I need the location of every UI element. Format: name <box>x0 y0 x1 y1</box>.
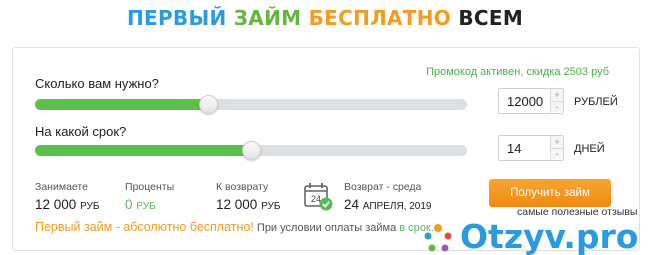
borrow-label: Занимаете <box>35 181 88 193</box>
headline-word-1: ПЕРВЫЙ <box>126 6 227 30</box>
amount-stepper[interactable]: 12000 + - <box>498 88 564 114</box>
headline-word-3: БЕСПЛАТНО <box>308 6 452 30</box>
term-unit: ДНЕЙ <box>574 143 605 155</box>
term-slider-handle[interactable] <box>242 141 261 160</box>
get-loan-button[interactable]: Получить займ <box>489 179 611 207</box>
term-label: На какой срок? <box>35 124 127 139</box>
due-label: Возврат - среда <box>344 181 422 193</box>
borrow-value: 12 000 <box>35 197 77 212</box>
amount-slider-handle[interactable] <box>198 95 218 114</box>
term-stepper[interactable]: 14 + - <box>498 135 564 161</box>
footer-note: Первый займ - абсолютно бесплатно! При у… <box>35 220 434 234</box>
due-month-year: АПРЕЛЯ, 2019 <box>362 201 432 212</box>
term-decrease-button[interactable]: - <box>551 148 563 159</box>
return-value: 12 000 <box>216 197 258 212</box>
return-amount: 12 000 РУБ <box>216 197 280 212</box>
interest-amount: 0 РУБ <box>125 197 174 212</box>
logo-figure-icon <box>424 224 452 252</box>
amount-input[interactable]: 12000 <box>507 94 543 109</box>
due-day: 24 <box>344 197 360 212</box>
headline-word-2: ЗАЙМ <box>233 6 302 30</box>
amount-unit: РУБЛЕЙ <box>574 96 618 108</box>
amount-increase-button[interactable]: + <box>551 89 563 101</box>
due-date: 24 АПРЕЛЯ, 2019 <box>344 197 431 212</box>
page-headline: ПЕРВЫЙ ЗАЙМ БЕСПЛАТНО ВСЕМ <box>0 6 650 30</box>
borrow-currency: РУБ <box>80 201 100 212</box>
calendar-check-icon: 24 <box>304 183 333 211</box>
return-currency: РУБ <box>261 201 281 212</box>
borrow-summary: Занимаете 12 000 РУБ <box>35 181 99 212</box>
interest-currency: РУБ <box>136 201 156 212</box>
watermark-brand: Otzyv.pro <box>460 217 638 255</box>
headline-word-4: ВСЕМ <box>458 6 524 30</box>
interest-value: 0 <box>125 197 133 212</box>
term-increase-button[interactable]: + <box>551 136 563 148</box>
calendar-day-text: 24 <box>311 194 321 204</box>
amount-slider-fill <box>35 99 208 110</box>
term-slider-fill <box>35 145 251 156</box>
return-summary: К возврату 12 000 РУБ <box>216 181 280 212</box>
interest-summary: Проценты 0 РУБ <box>125 181 174 212</box>
condition-text: При условии оплаты займа <box>256 222 397 234</box>
term-slider[interactable] <box>35 141 467 160</box>
amount-decrease-button[interactable]: - <box>551 101 563 112</box>
promo-status: Промокод активен, скидка 2503 руб <box>426 66 609 78</box>
borrow-amount: 12 000 РУБ <box>35 197 99 212</box>
otzyv-logo-icon: Otzyv.pro <box>424 217 638 255</box>
return-label: К возврату <box>216 181 269 193</box>
due-summary: Возврат - среда 24 АПРЕЛЯ, 2019 <box>344 181 431 212</box>
amount-label: Сколько вам нужно? <box>35 76 159 91</box>
term-input[interactable]: 14 <box>507 141 521 156</box>
amount-slider[interactable] <box>35 95 467 114</box>
free-loan-text: Первый займ - абсолютно бесплатно! <box>35 220 254 234</box>
interest-label: Проценты <box>125 181 175 193</box>
